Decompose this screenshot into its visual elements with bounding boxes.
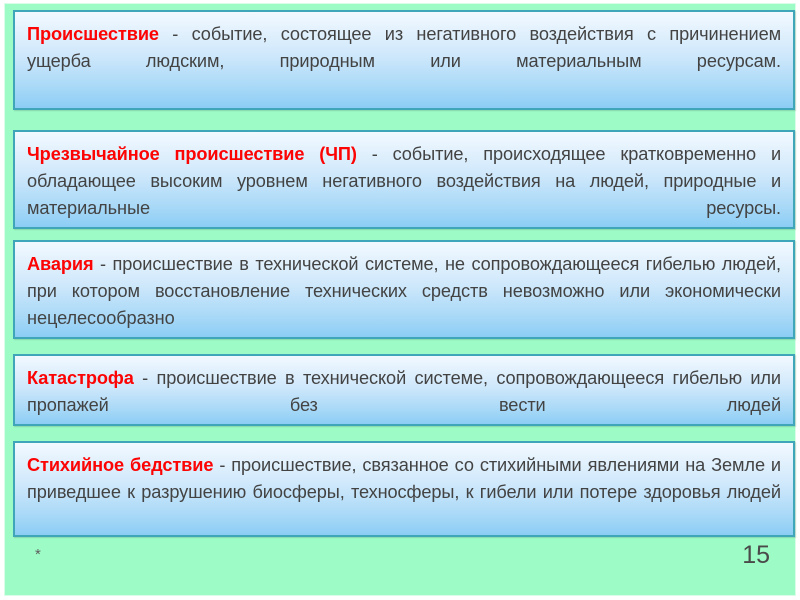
definition-body: происшествие в технической системе, не с… (27, 254, 781, 328)
definition-dash: - (158, 24, 192, 44)
definition-dash: - (213, 455, 232, 475)
definition-term: Стихийное бедствие (27, 455, 214, 475)
definition-text: Авария - происшествие в технической сист… (15, 242, 793, 337)
definition-dash: - (133, 368, 157, 388)
definition-term: Чрезвычайное происшествие (ЧП) (27, 144, 357, 164)
definition-dash: - (356, 144, 393, 164)
definition-term: Происшествие (27, 24, 159, 44)
definition-text: Стихийное бедствие - происшествие, связа… (15, 443, 793, 535)
page-number: 15 (742, 541, 770, 569)
slide-footer: * 15 (5, 541, 795, 587)
definition-term: Катастрофа (27, 368, 134, 388)
definition-box-chrezvychaynoe-proisshestvie: Чрезвычайное происшествие (ЧП) - событие… (13, 130, 795, 229)
footer-asterisk: * (35, 546, 41, 563)
definition-box-katastrofa: Катастрофа - происшествие в технической … (13, 354, 795, 426)
definition-text: Происшествие - событие, состоящее из нег… (15, 12, 793, 108)
slide-canvas: Происшествие - событие, состоящее из нег… (4, 3, 796, 596)
definition-text: Чрезвычайное происшествие (ЧП) - событие… (15, 132, 793, 227)
definition-dash: - (93, 254, 113, 274)
definition-text: Катастрофа - происшествие в технической … (15, 356, 793, 424)
definition-term: Авария (27, 254, 94, 274)
definition-box-stihiynoe-bedstvie: Стихийное бедствие - происшествие, связа… (13, 441, 795, 537)
slide: Происшествие - событие, состоящее из нег… (0, 0, 800, 600)
definition-box-avariya: Авария - происшествие в технической сист… (13, 240, 795, 339)
definition-box-proisshestvie: Происшествие - событие, состоящее из нег… (13, 10, 795, 110)
